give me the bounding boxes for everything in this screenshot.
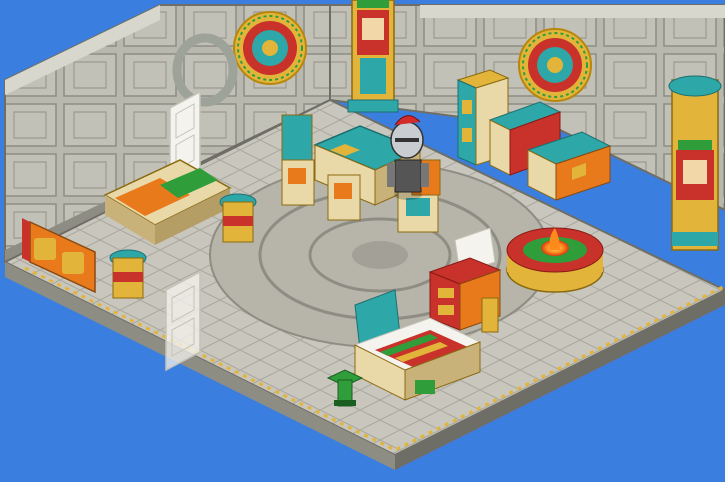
pedestal-mid[interactable] — [219, 193, 257, 243]
statue-left[interactable] — [347, 0, 399, 113]
door-front[interactable] — [165, 270, 201, 372]
statue-right[interactable] — [668, 75, 722, 251]
fire-pit[interactable] — [506, 227, 604, 293]
room-scene[interactable] — [0, 0, 725, 482]
calendar-right[interactable] — [518, 28, 592, 102]
pedestal-left[interactable] — [109, 249, 147, 299]
calendar-left[interactable] — [233, 11, 307, 85]
